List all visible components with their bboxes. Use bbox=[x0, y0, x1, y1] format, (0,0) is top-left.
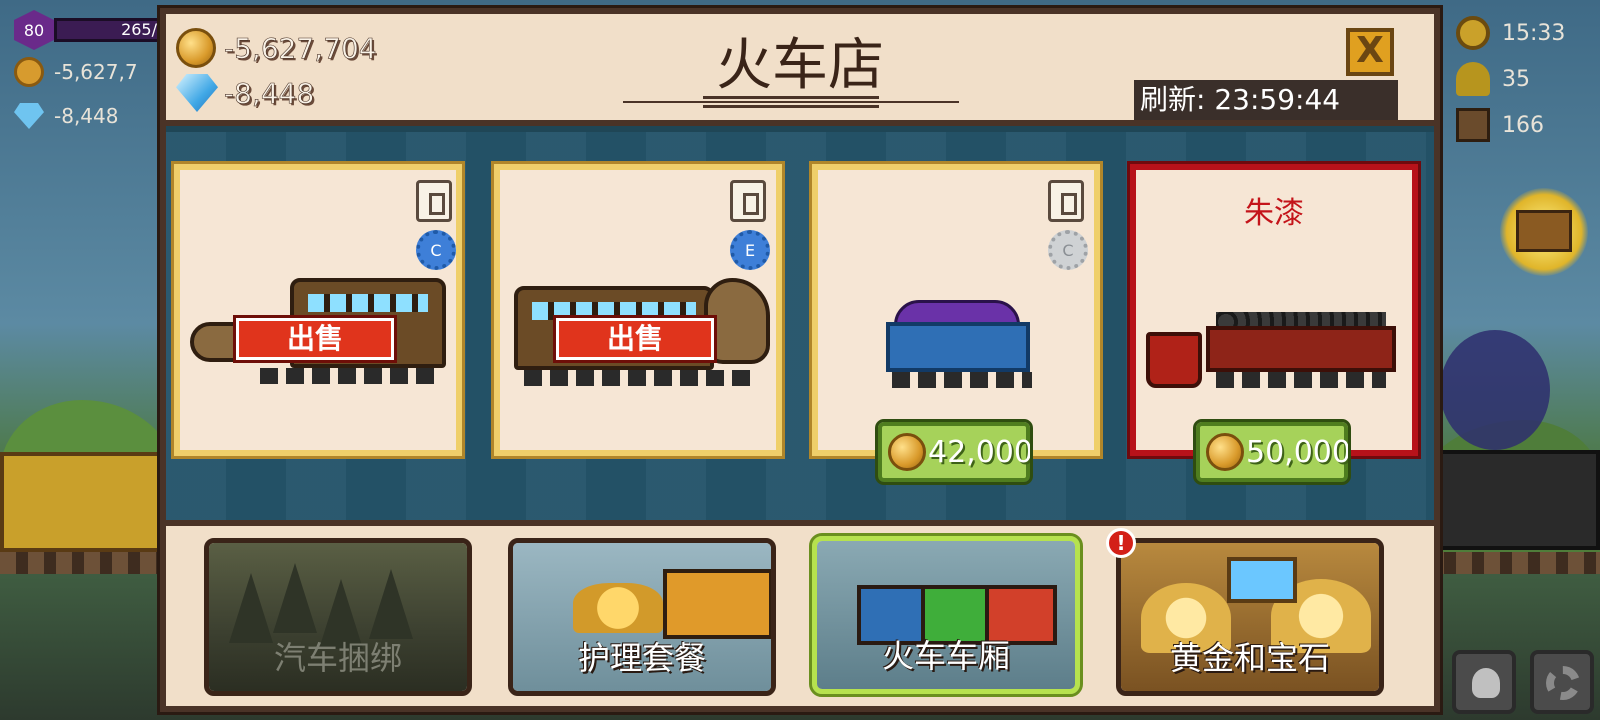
level-badge: 80 bbox=[14, 10, 54, 50]
background-train-right bbox=[1420, 450, 1600, 550]
coin-icon bbox=[888, 433, 926, 471]
hud-right: 15:33 35 166 bbox=[1456, 10, 1596, 148]
rank-badge: C bbox=[416, 230, 456, 270]
alert-icon: ! bbox=[1106, 528, 1136, 558]
crate-icon bbox=[1456, 108, 1490, 142]
xp-bar: 265/ bbox=[54, 18, 164, 42]
hud-time: 15:33 bbox=[1456, 10, 1596, 56]
hud-gems: -8,448 bbox=[14, 94, 164, 138]
tab-label: 黄金和宝石 bbox=[1169, 639, 1330, 677]
refresh-time: 23:59:44 bbox=[1214, 83, 1341, 116]
hud-coins: -5,627,7 bbox=[14, 50, 164, 94]
hud-time-value: 15:33 bbox=[1502, 20, 1566, 46]
rank-badge: E bbox=[730, 230, 770, 270]
person-icon bbox=[1456, 62, 1490, 96]
sold-tag: 出售 bbox=[233, 315, 397, 363]
buy-button-42000[interactable]: 42,000 bbox=[875, 419, 1033, 485]
scroll-icon[interactable] bbox=[730, 180, 766, 222]
paint-bucket-icon bbox=[1146, 332, 1202, 388]
skull-button[interactable] bbox=[1452, 650, 1516, 714]
rank-badge: C bbox=[1048, 230, 1088, 270]
gem-chest-icon bbox=[1227, 557, 1297, 603]
hud-population: 35 bbox=[1456, 56, 1596, 102]
hopper-car-image bbox=[872, 300, 1052, 390]
shop-card-1[interactable]: C 出售 bbox=[171, 161, 465, 459]
gem-icon bbox=[14, 103, 44, 129]
close-button[interactable]: X bbox=[1346, 28, 1394, 76]
scroll-icon[interactable] bbox=[1048, 180, 1084, 222]
hud-left: 80 265/ -5,627,7 -8,448 bbox=[14, 10, 164, 138]
sold-tag: 出售 bbox=[553, 315, 717, 363]
refresh-label: 刷新: bbox=[1140, 83, 1206, 116]
skull-icon bbox=[1472, 668, 1500, 698]
tab-car-bundle[interactable]: 汽车捆绑 bbox=[204, 538, 472, 696]
tab-label: 汽车捆绑 bbox=[273, 639, 402, 677]
shop-card-2[interactable]: E 出售 bbox=[491, 161, 785, 459]
tab-gold-and-gems[interactable]: 黄金和宝石 bbox=[1116, 538, 1384, 696]
title-ornament bbox=[623, 96, 959, 108]
background-train-left bbox=[0, 452, 170, 552]
tab-train-cars[interactable]: 火车车厢 bbox=[809, 533, 1083, 697]
price-label: 42,000 bbox=[928, 434, 1033, 470]
buy-button-50000[interactable]: 50,000 bbox=[1193, 419, 1351, 485]
refresh-timer: 刷新: 23:59:44 bbox=[1134, 80, 1398, 120]
clock-icon bbox=[1456, 16, 1490, 50]
level-row[interactable]: 80 265/ bbox=[14, 10, 164, 50]
shop-card-4[interactable]: 朱漆 bbox=[1127, 161, 1421, 459]
background-smoke bbox=[1440, 330, 1550, 450]
hud-coins-value: -5,627,7 bbox=[54, 60, 138, 84]
settings-button[interactable] bbox=[1530, 650, 1594, 714]
hud-population-value: 35 bbox=[1502, 66, 1530, 92]
gear-icon bbox=[1546, 666, 1580, 700]
dialog-header: -5,627,704 -8,448 火车店 X 刷新: 23:59:44 bbox=[166, 14, 1434, 126]
hud-crates: 166 bbox=[1456, 102, 1596, 148]
tab-label: 护理套餐 bbox=[577, 639, 706, 677]
shop-card-3[interactable]: C bbox=[809, 161, 1103, 459]
hud-crates-value: 166 bbox=[1502, 112, 1544, 138]
tab-care-package[interactable]: 护理套餐 bbox=[508, 538, 776, 696]
train-button[interactable] bbox=[1500, 188, 1588, 276]
tab-label: 火车车厢 bbox=[881, 637, 1010, 675]
locomotive-icon bbox=[1516, 210, 1572, 252]
paint-name: 朱漆 bbox=[1244, 196, 1304, 231]
hud-gems-value: -8,448 bbox=[54, 104, 119, 128]
scroll-icon[interactable] bbox=[416, 180, 452, 222]
price-label: 50,000 bbox=[1246, 434, 1351, 470]
coin-icon bbox=[14, 57, 44, 87]
paint-coal-car-image bbox=[1146, 312, 1402, 402]
coin-icon bbox=[1206, 433, 1244, 471]
